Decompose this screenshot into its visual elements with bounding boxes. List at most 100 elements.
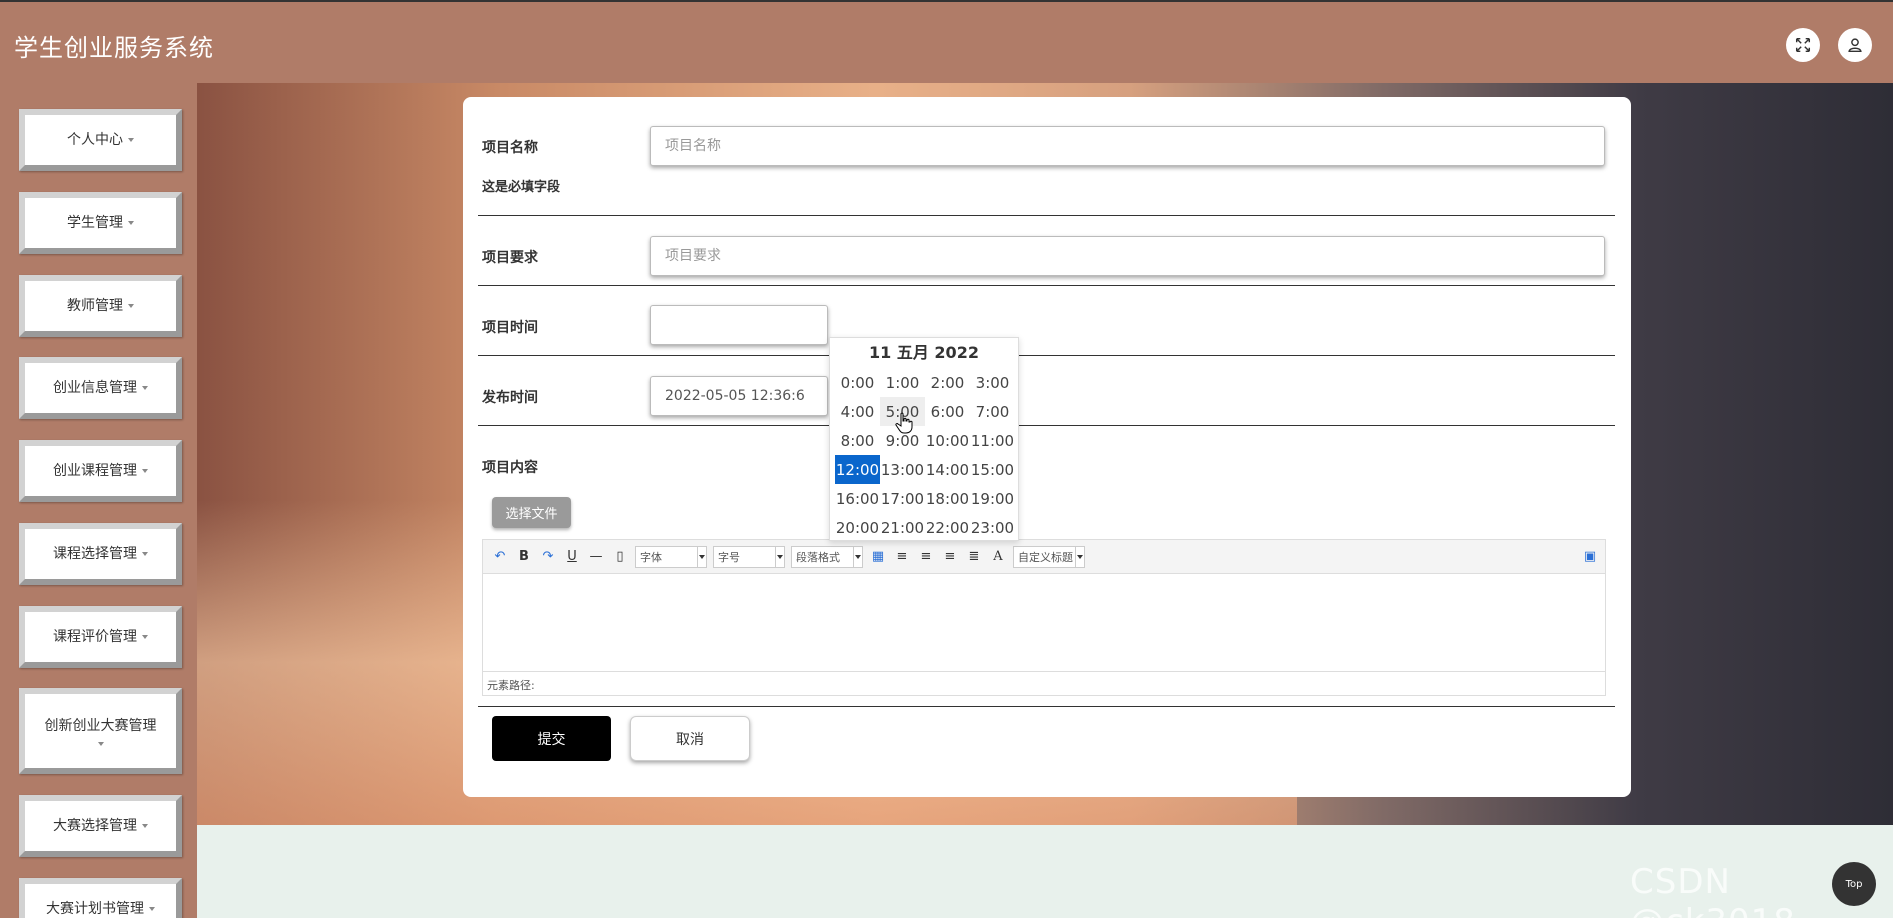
horizontal-rule-icon[interactable]: — bbox=[587, 548, 605, 566]
time-picker-hour-option[interactable]: 4:00 bbox=[835, 397, 880, 426]
paragraph-format-select-label: 段落格式 bbox=[796, 550, 840, 564]
time-picker-hour-option[interactable]: 11:00 bbox=[970, 426, 1015, 455]
document-icon[interactable]: ▯ bbox=[611, 548, 629, 566]
sidebar-item-label: 创新创业大赛管理 bbox=[44, 718, 157, 734]
sidebar-item-plan-management[interactable]: 大赛计划书管理 bbox=[19, 878, 182, 918]
time-picker-hour-option[interactable]: 10:00 bbox=[925, 426, 970, 455]
sidebar-item-label: 课程选择管理 bbox=[53, 546, 137, 562]
sidebar-item-label: 课程评价管理 bbox=[53, 629, 137, 645]
project-name-input[interactable] bbox=[650, 126, 1605, 166]
sidebar-item-personal-center[interactable]: 个人中心 bbox=[19, 109, 182, 171]
time-picker-hour-option[interactable]: 3:00 bbox=[970, 368, 1015, 397]
time-picker-hour-option[interactable]: 12:00 bbox=[835, 455, 880, 484]
back-to-top-button[interactable]: Top bbox=[1832, 862, 1876, 906]
chevron-down-icon bbox=[142, 386, 148, 390]
chevron-down-icon bbox=[142, 635, 148, 639]
dropdown-arrow-icon bbox=[775, 546, 784, 567]
chevron-down-icon bbox=[128, 304, 134, 308]
chevron-down-icon bbox=[97, 742, 104, 746]
hand-cursor-icon bbox=[895, 412, 913, 434]
underline-icon[interactable]: U bbox=[563, 548, 581, 566]
dropdown-arrow-icon bbox=[697, 546, 706, 567]
dropdown-arrow-icon bbox=[853, 546, 862, 567]
custom-title-select[interactable]: 自定义标题 bbox=[1013, 545, 1085, 568]
project-content-label: 项目内容 bbox=[482, 460, 538, 476]
sidebar-item-label: 学生管理 bbox=[67, 215, 123, 231]
redo-icon[interactable]: ↷ bbox=[539, 548, 557, 566]
time-picker-dropdown: 11 五月 2022 0:00 1:00 2:00 3:00 4:00 5:00 6:00 7… bbox=[829, 337, 1019, 541]
choose-file-button[interactable]: 选择文件 bbox=[492, 497, 571, 528]
divider bbox=[478, 285, 1615, 286]
sidebar: 个人中心 学生管理 教师管理 创业信息管理 创业课程管理 课程选择管理 课程评价… bbox=[0, 83, 197, 918]
font-family-select[interactable]: 字体 bbox=[635, 545, 707, 568]
time-picker-hour-option[interactable]: 19:00 bbox=[970, 484, 1015, 513]
user-icon[interactable] bbox=[1838, 28, 1872, 62]
sidebar-item-student-management[interactable]: 学生管理 bbox=[19, 192, 182, 254]
publish-time-label: 发布时间 bbox=[482, 390, 538, 406]
time-picker-hour-option[interactable]: 15:00 bbox=[970, 455, 1015, 484]
sidebar-item-label: 大赛计划书管理 bbox=[46, 901, 144, 917]
font-size-select[interactable]: 字号 bbox=[713, 545, 785, 568]
sidebar-item-course-selection-management[interactable]: 课程选择管理 bbox=[19, 523, 182, 585]
fullscreen-icon[interactable]: ▣ bbox=[1581, 548, 1599, 566]
project-requirement-label: 项目要求 bbox=[482, 250, 538, 266]
project-requirement-input[interactable] bbox=[650, 236, 1605, 276]
time-picker-hours: 0:00 1:00 2:00 3:00 4:00 5:00 6:00 7:00 8:00 9:00… bbox=[835, 368, 1018, 542]
sidebar-item-competition-management[interactable]: 创新创业大赛管理 bbox=[19, 688, 182, 774]
time-picker-hour-option[interactable]: 20:00 bbox=[835, 513, 880, 542]
submit-button[interactable]: 提交 bbox=[492, 716, 611, 761]
expand-arrows-icon[interactable] bbox=[1786, 28, 1820, 62]
sidebar-item-label: 创业信息管理 bbox=[53, 380, 137, 396]
sidebar-item-label: 教师管理 bbox=[67, 298, 123, 314]
time-picker-hour-option[interactable]: 23:00 bbox=[970, 513, 1015, 542]
time-picker-hour-option[interactable]: 14:00 bbox=[925, 455, 970, 484]
editor-content-area[interactable] bbox=[483, 574, 1605, 671]
divider bbox=[478, 425, 1615, 426]
custom-title-select-label: 自定义标题 bbox=[1018, 550, 1073, 564]
sidebar-item-startup-course-management[interactable]: 创业课程管理 bbox=[19, 440, 182, 502]
chevron-down-icon bbox=[142, 824, 148, 828]
app-title: 学生创业服务系统 bbox=[14, 34, 214, 62]
editor-toolbar: ↶ B ↷ U — ▯ 字体 字号 段落格式 ▦ ≡ ≡ ≡ ≣ A 自定义标题… bbox=[483, 540, 1605, 574]
paragraph-format-select[interactable]: 段落格式 bbox=[791, 545, 863, 568]
sidebar-item-label: 个人中心 bbox=[67, 132, 123, 148]
time-picker-hour-option[interactable]: 1:00 bbox=[880, 368, 925, 397]
cancel-button[interactable]: 取消 bbox=[630, 716, 750, 761]
project-time-input[interactable] bbox=[650, 305, 828, 345]
dropdown-arrow-icon bbox=[1075, 546, 1084, 567]
time-picker-hour-option[interactable]: 16:00 bbox=[835, 484, 880, 513]
time-picker-hour-option[interactable]: 18:00 bbox=[925, 484, 970, 513]
sidebar-item-teacher-management[interactable]: 教师管理 bbox=[19, 275, 182, 337]
undo-icon[interactable]: ↶ bbox=[491, 548, 509, 566]
align-center-icon[interactable]: ≡ bbox=[941, 548, 959, 566]
time-picker-hour-option[interactable]: 17:00 bbox=[880, 484, 925, 513]
table-icon[interactable]: ▦ bbox=[869, 548, 887, 566]
time-picker-hour-option[interactable]: 13:00 bbox=[880, 455, 925, 484]
align-justify-icon[interactable]: ≣ bbox=[965, 548, 983, 566]
align-right-icon[interactable]: ≡ bbox=[917, 548, 935, 566]
divider bbox=[478, 215, 1615, 216]
publish-time-input[interactable] bbox=[650, 376, 828, 416]
time-picker-hour-option[interactable]: 0:00 bbox=[835, 368, 880, 397]
align-left-icon[interactable]: ≡ bbox=[893, 548, 911, 566]
bold-icon[interactable]: B bbox=[515, 548, 533, 566]
sidebar-item-course-evaluation-management[interactable]: 课程评价管理 bbox=[19, 606, 182, 668]
sidebar-item-competition-selection-management[interactable]: 大赛选择管理 bbox=[19, 795, 182, 857]
time-picker-hour-option[interactable]: 2:00 bbox=[925, 368, 970, 397]
divider bbox=[478, 355, 1615, 356]
divider bbox=[478, 706, 1615, 707]
required-field-error: 这是必填字段 bbox=[482, 180, 561, 195]
time-picker-hour-option[interactable]: 8:00 bbox=[835, 426, 880, 455]
font-family-select-label: 字体 bbox=[640, 550, 662, 564]
time-picker-hour-option[interactable]: 21:00 bbox=[880, 513, 925, 542]
sidebar-item-label: 大赛选择管理 bbox=[53, 818, 137, 834]
time-picker-hour-option[interactable]: 7:00 bbox=[970, 397, 1015, 426]
chevron-down-icon bbox=[128, 221, 134, 225]
time-picker-hour-option[interactable]: 22:00 bbox=[925, 513, 970, 542]
chevron-down-icon bbox=[128, 138, 134, 142]
sidebar-item-startup-info-management[interactable]: 创业信息管理 bbox=[19, 357, 182, 419]
rich-text-editor: ↶ B ↷ U — ▯ 字体 字号 段落格式 ▦ ≡ ≡ ≡ ≣ A 自定义标题… bbox=[482, 539, 1606, 696]
top-bar: 学生创业服务系统 bbox=[0, 0, 1893, 83]
font-color-icon[interactable]: A bbox=[989, 548, 1007, 566]
time-picker-hour-option[interactable]: 6:00 bbox=[925, 397, 970, 426]
